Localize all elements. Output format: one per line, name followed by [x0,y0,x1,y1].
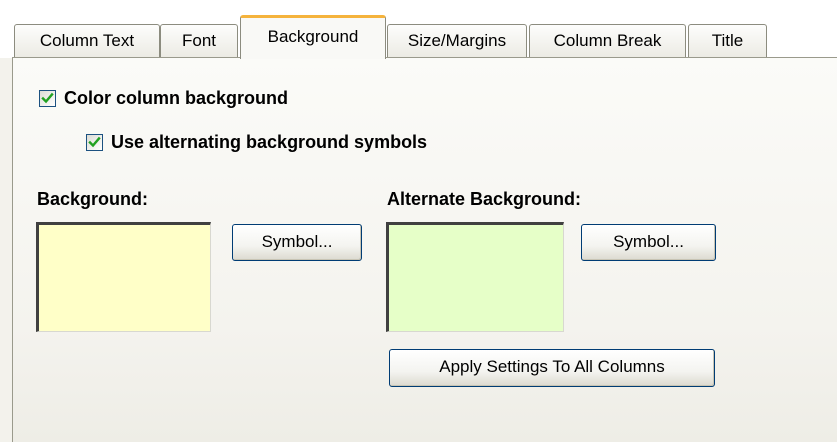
check-mark-icon [88,136,101,148]
alternate-background-symbol-button[interactable]: Symbol... [581,224,716,261]
tab-strip: Column Text Font Background Size/Margins… [0,0,837,59]
color-column-background-checkbox[interactable] [39,90,56,107]
use-alternating-option[interactable]: Use alternating background symbols [86,132,427,153]
apply-settings-to-all-columns-button[interactable]: Apply Settings To All Columns [389,349,715,387]
tab-background[interactable]: Background [240,15,386,59]
tab-title[interactable]: Title [688,24,767,57]
use-alternating-label: Use alternating background symbols [111,132,428,152]
color-column-background-option[interactable]: Color column background [39,88,288,109]
tab-size-margins[interactable]: Size/Margins [387,24,527,57]
tab-column-break[interactable]: Column Break [529,24,686,57]
use-alternating-checkbox[interactable] [86,134,103,151]
background-label: Background: [37,189,149,209]
background-symbol-button[interactable]: Symbol... [232,224,362,261]
properties-window: Column Text Font Background Size/Margins… [0,0,837,442]
alternate-background-label: Alternate Background: [387,189,582,209]
alternate-background-color-swatch [386,222,564,332]
check-mark-icon [41,92,54,104]
background-tab-page: Color column background Use alternating … [12,57,837,442]
tab-font[interactable]: Font [160,24,238,57]
tab-column-text[interactable]: Column Text [14,24,160,57]
background-color-swatch [36,222,211,332]
color-column-background-label: Color column background [64,88,289,108]
